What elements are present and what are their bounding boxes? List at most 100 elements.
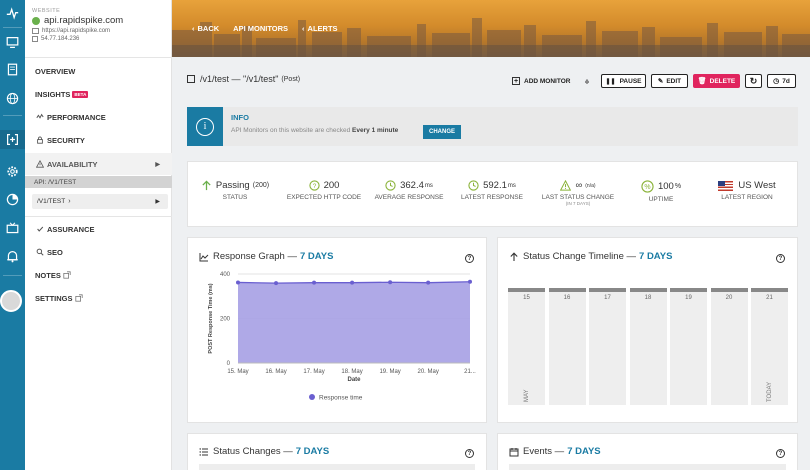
percent-icon: % <box>641 180 654 193</box>
latest-response-unit: ms <box>507 182 516 189</box>
timeline-day-label: 17 <box>604 295 611 301</box>
us-flag-icon <box>718 180 734 191</box>
uptime-unit: % <box>674 183 682 190</box>
server-small-icon <box>32 36 38 42</box>
trash-icon: 🗑 <box>697 78 707 85</box>
chevron-right-icon: › <box>68 198 71 205</box>
sidebar-item-label: ASSURANCE <box>47 224 95 234</box>
activity-icon[interactable] <box>5 6 20 21</box>
sidebar-item-availability[interactable]: AVAILABILITY ▶ <box>25 153 172 175</box>
edit-button[interactable]: ✎ EDIT <box>651 74 688 88</box>
status-changes-help-icon[interactable]: ? <box>465 449 474 458</box>
refresh-icon: ↻ <box>749 75 758 86</box>
average-response-label: AVERAGE RESPONSE <box>374 194 444 201</box>
response-graph-help-icon[interactable]: ? <box>465 254 474 263</box>
website-name-row[interactable]: api.rapidspike.com <box>32 15 170 26</box>
api-monitors-icon[interactable] <box>0 130 25 149</box>
pause-label: PAUSE <box>619 77 642 85</box>
x-axis-label: Date <box>347 377 361 383</box>
timeline-status-bar <box>548 288 586 292</box>
average-response-unit: ms <box>424 182 433 189</box>
server-icon[interactable] <box>5 62 20 77</box>
x-tick-label: 20. May <box>417 369 438 375</box>
events-help-icon[interactable]: ? <box>776 449 785 458</box>
external-link-icon <box>63 271 72 280</box>
area-chart-icon <box>199 252 209 262</box>
gear-icon[interactable] <box>5 164 20 179</box>
refresh-button[interactable]: ↻ <box>745 74 762 88</box>
info-icon: i <box>196 117 214 136</box>
monitor-icon[interactable] <box>5 35 20 50</box>
sidebar-item-performance[interactable]: PERFORMANCE <box>25 110 172 124</box>
sidebar-item-security[interactable]: SECURITY <box>25 133 172 147</box>
sidebar-item-notes[interactable]: NOTES <box>25 268 172 282</box>
sidebar-item-insights[interactable]: INSIGHTS BETA <box>25 87 172 101</box>
sidebar-item-seo[interactable]: SEO <box>25 245 172 259</box>
delete-button[interactable]: 🗑 DELETE <box>693 74 740 88</box>
response-time-area <box>238 281 470 363</box>
response-graph-card: Response Graph — 7 DAYS ? 0 200 400 15. May… <box>187 237 487 423</box>
back-link[interactable]: ‹ BACK <box>192 24 219 33</box>
sidebar-divider <box>25 57 172 58</box>
stat-uptime: % 100 % UPTIME <box>624 162 698 228</box>
avatar[interactable] <box>0 290 22 312</box>
caret-right-icon: ▶ <box>155 161 160 168</box>
timeline-day-column[interactable]: 16 <box>548 288 586 405</box>
response-time-point <box>468 279 472 284</box>
website-info: WEBSITE api.rapidspike.com https://api.r… <box>32 8 170 42</box>
globe-icon[interactable] <box>5 91 20 106</box>
alerts-link[interactable]: ‹ ALERTS <box>302 24 338 33</box>
timeline-month-label: MAY <box>523 389 530 402</box>
back-label: BACK <box>197 24 220 33</box>
pie-chart-icon[interactable] <box>5 192 20 207</box>
x-tick-label: 15. May <box>227 369 248 375</box>
last-change-label: LAST STATUS CHANGE <box>541 194 615 201</box>
status-timeline-card: Status Change Timeline — 7 DAYS ? 15 16 17… <box>497 237 798 423</box>
timeline-day-column[interactable]: 18 <box>629 288 667 405</box>
response-time-point <box>388 280 393 285</box>
latest-region-value: US West <box>738 180 776 191</box>
latest-region-label: LATEST REGION <box>721 194 773 201</box>
chevron-left-icon: ‹ <box>302 24 305 33</box>
timeline-day-label: 16 <box>563 295 571 301</box>
timeline-status-bar <box>710 288 748 292</box>
events-table-header <box>509 464 786 470</box>
sidebar-item-assurance[interactable]: ASSURANCE <box>25 222 172 236</box>
timeline-day-column[interactable]: 19 <box>670 288 707 405</box>
time-range-label: 7d <box>782 77 790 85</box>
bell-icon[interactable] <box>5 249 20 264</box>
sidebar-item-settings[interactable]: SETTINGS <box>25 291 172 305</box>
tv-icon[interactable] <box>5 221 20 236</box>
change-button[interactable]: CHANGE <box>423 125 462 139</box>
y-tick-label: 200 <box>220 317 231 323</box>
timeline-day-column[interactable]: 15 <box>508 288 545 405</box>
sidebar-item-overview[interactable]: OVERVIEW <box>25 64 172 78</box>
website-ip: 54.77.184.236 <box>41 36 80 42</box>
api-section-header: API: /V1/TEST <box>25 176 172 188</box>
sidebar: WEBSITE api.rapidspike.com https://api.r… <box>25 0 172 470</box>
time-range-button[interactable]: ◷ 7d <box>767 74 796 88</box>
clock-icon: ◷ <box>773 78 780 85</box>
sidebar-item-label: INSIGHTS <box>35 89 71 99</box>
status-timeline-help-icon[interactable]: ? <box>776 254 785 263</box>
rail-divider <box>3 275 22 276</box>
status-count: (200) <box>252 182 270 189</box>
edit-label: EDIT <box>666 77 682 85</box>
legend-label: Response time <box>319 395 363 402</box>
status-value: Passing <box>215 180 250 191</box>
external-page-icon <box>187 75 195 83</box>
x-tick-label: 21... <box>464 369 476 375</box>
print-button[interactable] <box>580 74 594 88</box>
api-monitors-link[interactable]: API MONITORS <box>233 24 288 33</box>
pause-button[interactable]: ❚❚ PAUSE <box>601 74 646 88</box>
sidebar-item-label: PERFORMANCE <box>47 112 106 122</box>
add-monitor-button[interactable]: + ADD MONITOR <box>507 74 575 88</box>
timeline-day-column[interactable]: 17 <box>589 288 626 405</box>
website-url-row: https://api.rapidspike.com <box>32 28 170 34</box>
http-code-value: 200 <box>323 180 340 191</box>
timeline-day-label: 20 <box>725 295 733 301</box>
timeline-day-column[interactable]: 20 <box>710 288 748 405</box>
sidebar-item-api-test[interactable]: /V1/TEST › ▶ <box>32 194 168 209</box>
performance-icon <box>35 113 44 122</box>
status-timeline-title-text: Status Change Timeline — <box>523 251 637 262</box>
